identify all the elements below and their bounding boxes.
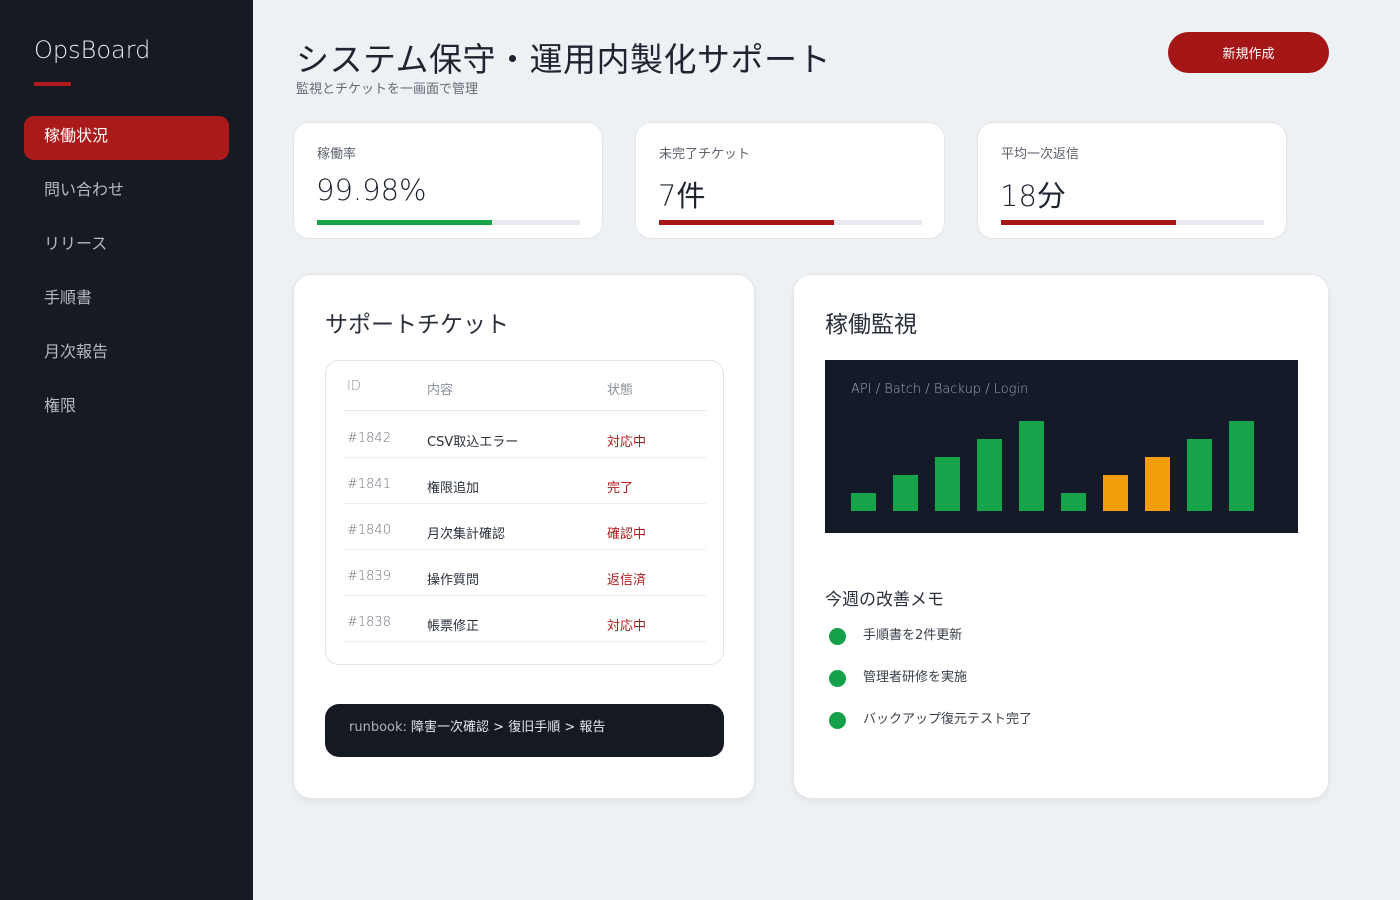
- kpi-progress-track: [1001, 220, 1264, 225]
- sidebar-item-monthly-report[interactable]: 月次報告: [24, 332, 229, 376]
- monitoring-chart-panel: API / Batch / Backup / Login: [825, 360, 1298, 533]
- tickets-card: サポートチケット ID 内容 状態 #1842 CSV取込エラー 対応中 #18…: [293, 274, 755, 799]
- ticket-status: 返信済: [607, 573, 647, 588]
- kpi-value: 7件: [658, 179, 706, 213]
- chart-bar: [1145, 457, 1170, 511]
- sidebar-item-permissions[interactable]: 権限: [24, 386, 229, 430]
- kpi-progress-fill: [317, 220, 492, 225]
- chart-bar: [1103, 475, 1128, 511]
- table-row[interactable]: #1840 月次集計確認 確認中: [343, 504, 706, 550]
- ticket-content: 帳票修正: [427, 619, 480, 634]
- page-subtitle: 監視とチケットを一画面で管理: [296, 82, 479, 97]
- kpi-progress-track: [659, 220, 922, 225]
- chart-bar: [851, 493, 876, 511]
- new-create-button[interactable]: 新規作成: [1168, 32, 1329, 73]
- ticket-id: #1838: [347, 615, 391, 630]
- kpi-progress-fill: [1001, 220, 1176, 225]
- sidebar: OpsBoard 稼働状況 問い合わせ リリース 手順書 月次報告 権限: [0, 0, 253, 900]
- ticket-status: 確認中: [607, 527, 647, 542]
- chart-bar: [935, 457, 960, 511]
- kpi-label: 稼働率: [317, 147, 357, 162]
- logo-underline: [34, 82, 71, 86]
- page-title: システム保守・運用内製化サポート: [296, 40, 832, 79]
- kpi-label: 未完了チケット: [659, 147, 751, 162]
- chart-bar: [1229, 421, 1254, 511]
- kpi-progress-fill: [659, 220, 834, 225]
- ticket-status: 対応中: [607, 619, 647, 634]
- monitoring-title: 稼働監視: [825, 312, 917, 338]
- memo-text: 手順書を2件更新: [863, 628, 963, 643]
- status-dot-icon: [829, 712, 846, 729]
- memo-text: 管理者研修を実施: [863, 670, 968, 685]
- ticket-content: 操作質問: [427, 573, 480, 588]
- status-dot-icon: [829, 628, 846, 645]
- ticket-id: #1842: [347, 431, 391, 446]
- kpi-value: 18分: [1000, 179, 1066, 213]
- sidebar-item-runbooks[interactable]: 手順書: [24, 278, 229, 322]
- tickets-table: ID 内容 状態 #1842 CSV取込エラー 対応中 #1841 権限追加 完…: [325, 360, 724, 665]
- tickets-title: サポートチケット: [325, 312, 509, 338]
- column-header-content: 内容: [427, 383, 454, 398]
- status-dot-icon: [829, 670, 846, 687]
- table-row[interactable]: #1838 帳票修正 対応中: [343, 596, 706, 642]
- kpi-value: 99.98%: [316, 173, 427, 207]
- chart-bar: [1061, 493, 1086, 511]
- ticket-status: 完了: [607, 481, 634, 496]
- ticket-id: #1841: [347, 477, 391, 492]
- kpi-card-first-response: 平均一次返信 18分: [977, 122, 1287, 239]
- kpi-progress-track: [317, 220, 580, 225]
- sidebar-item-status[interactable]: 稼働状況: [24, 116, 229, 160]
- kpi-card-uptime: 稼働率 99.98%: [293, 122, 603, 239]
- chart-bar: [1019, 421, 1044, 511]
- app-logo: OpsBoard: [34, 36, 151, 64]
- runbook-prefix: runbook:: [349, 720, 407, 735]
- column-header-id: ID: [347, 379, 361, 394]
- ticket-content: CSV取込エラー: [427, 435, 519, 450]
- sidebar-item-releases[interactable]: リリース: [24, 224, 229, 268]
- chart-bar: [977, 439, 1002, 511]
- table-row[interactable]: #1839 操作質問 返信済: [343, 550, 706, 596]
- runbook-banner: runbook: 障害一次確認 > 復旧手順 > 報告: [325, 704, 724, 757]
- chart-bar: [1187, 439, 1212, 511]
- chart-bar: [893, 475, 918, 511]
- table-row[interactable]: #1841 権限追加 完了: [343, 458, 706, 504]
- ticket-content: 月次集計確認: [427, 527, 506, 542]
- sidebar-item-inquiries[interactable]: 問い合わせ: [24, 170, 229, 214]
- ticket-status: 対応中: [607, 435, 647, 450]
- ticket-id: #1840: [347, 523, 391, 538]
- kpi-label: 平均一次返信: [1001, 147, 1080, 162]
- ticket-id: #1839: [347, 569, 391, 584]
- table-header-divider: [343, 410, 706, 411]
- chart-label: API / Batch / Backup / Login: [851, 382, 1029, 397]
- kpi-card-open-tickets: 未完了チケット 7件: [635, 122, 945, 239]
- sidebar-nav: 稼働状況 問い合わせ リリース 手順書 月次報告 権限: [24, 116, 229, 440]
- memo-title: 今週の改善メモ: [825, 590, 944, 610]
- table-row[interactable]: #1842 CSV取込エラー 対応中: [343, 412, 706, 458]
- ticket-content: 権限追加: [427, 481, 480, 496]
- memo-text: バックアップ復元テスト完了: [863, 712, 1033, 727]
- runbook-steps: 障害一次確認 > 復旧手順 > 報告: [411, 720, 606, 735]
- monitoring-card: 稼働監視 API / Batch / Backup / Login 今週の改善メ…: [793, 274, 1329, 799]
- column-header-status: 状態: [607, 383, 634, 398]
